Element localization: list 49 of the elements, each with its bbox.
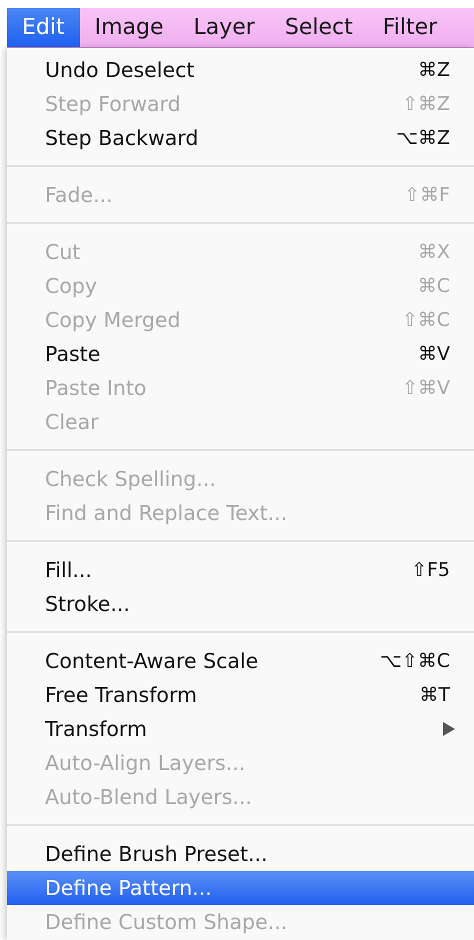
shortcut-label: ⌥⌘Z	[396, 127, 450, 149]
menu-item-label: Content-Aware Scale	[45, 649, 258, 673]
menu-item-label: Paste Into	[45, 376, 146, 400]
menu-item-label: Copy Merged	[45, 308, 181, 332]
shortcut-label: ⇧⌘Z	[402, 93, 450, 115]
menu-bar-item[interactable]: Select	[270, 8, 368, 47]
menu-item-label: Step Backward	[45, 126, 198, 150]
menu-item-label: Auto-Align Layers...	[45, 751, 246, 775]
menu-item-label: Copy	[45, 274, 98, 298]
shortcut-label: ⌘V	[418, 343, 450, 365]
menu-item-label: Transform	[45, 717, 147, 741]
menu-item[interactable]: Paste ⌘V	[7, 337, 474, 371]
menu-item[interactable]: Undo Deselect ⌘Z	[7, 53, 474, 87]
menu-item-label: Fill...	[45, 558, 92, 582]
menu-item[interactable]: Stroke...	[7, 587, 474, 621]
menu-bar-item[interactable]: Filter	[368, 8, 452, 47]
menu-item-label: Cut	[45, 240, 80, 264]
shortcut-label: ⇧⌘C	[402, 309, 450, 331]
menu-item-label: Free Transform	[45, 683, 197, 707]
shortcut-label: ⇧⌘V	[402, 377, 450, 399]
menu-item-label: Clear	[45, 410, 99, 434]
menu-item-label: Define Pattern...	[45, 876, 212, 900]
menu-item-label: Define Brush Preset...	[45, 842, 268, 866]
menu-item-label: Auto-Blend Layers...	[45, 785, 252, 809]
menu-item[interactable]: Transform	[7, 712, 474, 746]
shortcut-label: ⇧⌘F	[404, 184, 450, 206]
menu-item-label: Find and Replace Text...	[45, 501, 288, 525]
menu-bar-item[interactable]: Edit	[7, 8, 80, 47]
menu-item[interactable]: Step Backward ⌥⌘Z	[7, 121, 474, 155]
shortcut-label: ⌥⇧⌘C	[380, 650, 450, 672]
menu-item-label: Step Forward	[45, 92, 181, 116]
shortcut-label: ⇧F5	[411, 559, 450, 581]
menu-item-label: Define Custom Shape...	[45, 910, 288, 934]
menu-bar-item[interactable]: Image	[80, 8, 179, 47]
menu-item-label: Paste	[45, 342, 100, 366]
menu-item[interactable]: Content-Aware Scale ⌥⇧⌘C	[7, 644, 474, 678]
menu-item[interactable]: Free Transform ⌘T	[7, 678, 474, 712]
menu-item-label: Stroke...	[45, 592, 130, 616]
menu-bar-item[interactable]: Layer	[178, 8, 270, 47]
menu-item[interactable]: Define Pattern...	[7, 871, 474, 905]
shortcut-label: ⌘Z	[418, 59, 450, 81]
menu-item[interactable]: Fill... ⇧F5	[7, 553, 474, 587]
menu-item-label: Undo Deselect	[45, 58, 194, 82]
menu-item-label: Check Spelling...	[45, 467, 216, 491]
shortcut-label: ⌘T	[419, 684, 450, 706]
menu-item-label: Fade...	[45, 183, 113, 207]
menu-item[interactable]: Define Brush Preset...	[7, 837, 474, 871]
shortcut-label: ⌘C	[418, 275, 450, 297]
shortcut-label: ⌘X	[418, 241, 450, 263]
